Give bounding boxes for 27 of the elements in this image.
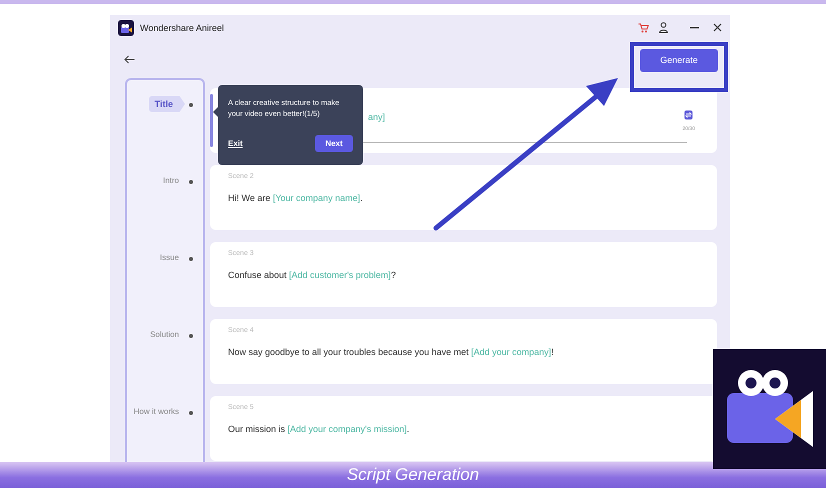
scene-text[interactable]: Hi! We are [Your company name].	[228, 193, 699, 203]
step-dot	[189, 334, 193, 338]
app-logo-icon	[118, 20, 134, 36]
step-dot	[189, 180, 193, 184]
swap-icon[interactable]	[684, 110, 693, 120]
caption-text: Script Generation	[346, 465, 480, 485]
step-tab[interactable]: Solution	[144, 327, 185, 342]
step-tab[interactable]: How it works	[128, 404, 185, 419]
active-marker	[210, 94, 213, 147]
step-tab[interactable]: Intro	[156, 173, 185, 188]
step-dot	[189, 257, 193, 261]
step-dot	[189, 103, 193, 107]
user-icon[interactable]	[659, 22, 668, 33]
scene-text[interactable]: Our mission is [Add your company's mission].	[228, 424, 699, 434]
step-dot	[189, 411, 193, 415]
exit-link[interactable]: Exit	[228, 139, 243, 148]
back-arrow-icon[interactable]	[124, 54, 135, 64]
close-icon[interactable]	[713, 23, 722, 32]
step-tab[interactable]: Title	[148, 96, 185, 112]
minimize-icon[interactable]	[690, 26, 699, 28]
next-button[interactable]: Next	[315, 135, 353, 152]
step-tab[interactable]: Issue	[154, 250, 185, 265]
scene-text[interactable]: Now say goodbye to all your troubles because you have met [Add your company]!	[228, 347, 699, 357]
scene-text[interactable]: Confuse about [Add customer's problem]?	[228, 270, 699, 280]
cart-icon[interactable]	[638, 22, 649, 32]
generate-button[interactable]: Generate	[640, 48, 718, 72]
window-title: Wondershare Anireel	[140, 22, 225, 32]
